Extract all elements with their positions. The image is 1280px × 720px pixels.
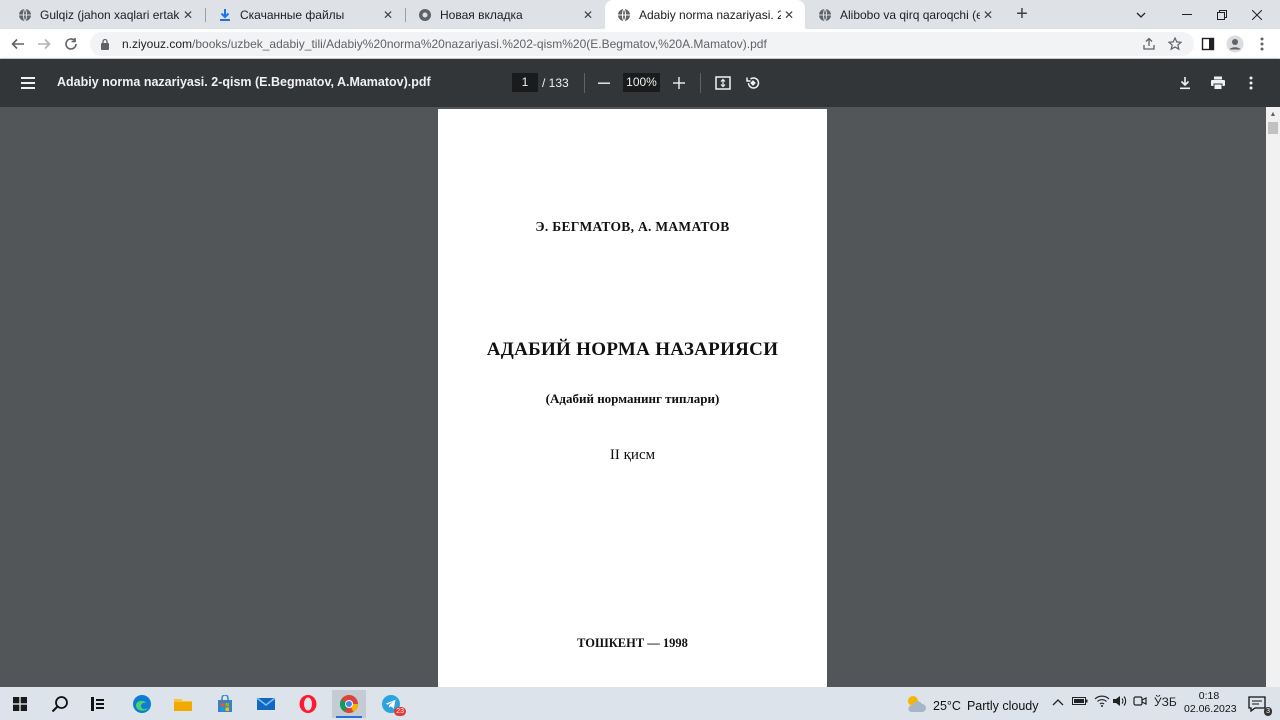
notification-count-badge: 3 xyxy=(1264,707,1272,716)
weather-widget[interactable]: 25°C Partly cloudy xyxy=(905,694,1039,717)
notification-center-icon[interactable]: 3 xyxy=(1240,690,1274,718)
tab-title: Adabiy norma nazariyasi. 2-qism xyxy=(639,7,781,22)
tab-adabiy-norma[interactable]: Adabiy norma nazariyasi. 2-qism ✕ xyxy=(605,0,805,29)
pdf-menu-icon[interactable] xyxy=(18,73,38,93)
search-icon[interactable] xyxy=(43,690,77,718)
toolbar-divider xyxy=(584,73,585,93)
opera-browser-icon[interactable] xyxy=(291,690,325,718)
file-explorer-icon[interactable] xyxy=(166,690,200,718)
battery-icon[interactable] xyxy=(1072,695,1088,709)
pdf-viewer[interactable]: Э. БЕГМАТОВ, А. МАМАТОВ АДАБИЙ НОРМА НАЗ… xyxy=(0,107,1280,687)
telegram-unread-badge: 23 xyxy=(394,707,406,716)
browser-toolbar: n.ziyouz.com/books/uzbek_adabiy_tili/Ada… xyxy=(0,29,1280,59)
tab-strip: Gulqiz (jahon xaqlari ertaklari).pd ✕ Ск… xyxy=(0,0,1280,29)
browser-menu-icon[interactable] xyxy=(1252,34,1272,54)
taskbar: 23 25°C Partly cloudy ЎЗБ 0:18 02.06.202… xyxy=(0,687,1280,720)
close-icon[interactable]: ✕ xyxy=(180,7,196,23)
tab-downloads[interactable]: Скачанные файлы ✕ xyxy=(206,0,404,29)
chrome-browser-icon[interactable] xyxy=(332,690,366,718)
profile-avatar-icon[interactable] xyxy=(1225,34,1245,54)
zoom-out-button[interactable] xyxy=(593,72,615,94)
vertical-scrollbar[interactable]: ▲ xyxy=(1266,107,1280,687)
page-total: / 133 xyxy=(542,76,569,90)
bookmark-star-icon[interactable] xyxy=(1165,34,1185,54)
book-part: II қисм xyxy=(609,447,656,463)
globe-icon xyxy=(617,8,631,22)
share-icon[interactable] xyxy=(1139,34,1159,54)
wifi-icon[interactable] xyxy=(1094,695,1110,710)
clock[interactable]: 0:18 02.06.2023 xyxy=(1184,690,1237,716)
volume-icon[interactable] xyxy=(1112,695,1128,710)
tab-alibobo[interactable]: Alibobo va qirq qaroqchi (ertakla ✕ xyxy=(806,0,1004,29)
tab-gulqiz[interactable]: Gulqiz (jahon xaqlari ertaklari).pd ✕ xyxy=(6,0,204,29)
chevron-up-icon[interactable] xyxy=(1052,695,1064,709)
globe-icon xyxy=(818,8,832,22)
back-button[interactable] xyxy=(8,34,28,54)
book-subtitle: (Адабий норманинг типлари) xyxy=(545,391,720,406)
weather-temperature: 25°C xyxy=(933,698,961,713)
side-panel-icon[interactable] xyxy=(1198,34,1218,54)
rotate-icon[interactable] xyxy=(742,72,764,94)
scroll-up-icon[interactable]: ▲ xyxy=(1266,107,1280,121)
tab-title: Новая вкладка xyxy=(440,7,523,22)
pdf-document-title: Adabiy norma nazariyasi. 2-qism (E.Begma… xyxy=(57,75,431,89)
weather-condition: Partly cloudy xyxy=(966,698,1039,713)
edge-browser-icon[interactable] xyxy=(125,690,159,718)
clock-date: 02.06.2023 xyxy=(1184,703,1237,715)
partly-cloudy-icon xyxy=(905,694,927,717)
zoom-in-button[interactable] xyxy=(668,72,690,94)
fit-page-icon[interactable] xyxy=(712,72,734,94)
toolbar-divider xyxy=(700,73,701,93)
forward-button[interactable] xyxy=(34,34,54,54)
more-options-icon[interactable] xyxy=(1240,72,1262,94)
close-icon[interactable]: ✕ xyxy=(781,7,797,23)
task-view-icon[interactable] xyxy=(82,690,116,718)
tab-title: Gulqiz (jahon xaqlari ertaklari).pd xyxy=(40,7,180,22)
tab-search-icon[interactable] xyxy=(1118,0,1164,29)
zoom-level-input[interactable]: 100% xyxy=(623,73,660,92)
meet-now-icon[interactable] xyxy=(1133,695,1147,710)
reload-button[interactable] xyxy=(61,34,81,54)
tab-title: Скачанные файлы xyxy=(240,7,345,22)
tab-title: Alibobo va qirq qaroqchi (ertakla xyxy=(840,7,980,22)
close-icon[interactable]: ✕ xyxy=(580,7,596,23)
microsoft-store-icon[interactable] xyxy=(208,690,242,718)
tab-new-tab[interactable]: Новая вкладка ✕ xyxy=(406,0,604,29)
start-windows-icon[interactable] xyxy=(3,690,37,718)
close-icon[interactable]: ✕ xyxy=(380,7,396,23)
book-title: АДАБИЙ НОРМА НАЗАРИЯСИ xyxy=(486,339,779,360)
new-tab-button[interactable]: + xyxy=(1012,4,1032,24)
language-indicator[interactable]: ЎЗБ xyxy=(1154,695,1177,709)
lock-icon[interactable] xyxy=(100,37,114,51)
page-number-input[interactable]: 1 xyxy=(512,73,538,92)
download-icon[interactable] xyxy=(1174,72,1196,94)
close-window-button[interactable] xyxy=(1234,0,1280,29)
place-year: ТОШКЕНТ — 1998 xyxy=(577,636,688,650)
mail-icon[interactable] xyxy=(249,690,283,718)
clock-time: 0:18 xyxy=(1198,690,1220,702)
chrome-icon xyxy=(418,8,432,22)
pdf-toolbar: Adabiy norma nazariyasi. 2-qism (E.Begma… xyxy=(0,59,1280,107)
url-path: /books/uzbek_adabiy_tili/Adabiy%20norma%… xyxy=(192,37,767,51)
close-icon[interactable]: ✕ xyxy=(980,7,996,23)
print-icon[interactable] xyxy=(1207,72,1229,94)
globe-icon xyxy=(18,8,32,22)
url-text: n.ziyouz.com/books/uzbek_adabiy_tili/Ada… xyxy=(122,37,1194,51)
download-icon xyxy=(218,8,232,22)
address-bar[interactable]: n.ziyouz.com/books/uzbek_adabiy_tili/Ada… xyxy=(90,32,1194,56)
pdf-page: Э. БЕГМАТОВ, А. МАМАТОВ АДАБИЙ НОРМА НАЗ… xyxy=(438,109,827,687)
scroll-thumb[interactable] xyxy=(1268,122,1278,134)
book-authors: Э. БЕГМАТОВ, А. МАМАТОВ xyxy=(535,219,730,234)
url-host: n.ziyouz.com xyxy=(122,37,193,51)
telegram-icon[interactable]: 23 xyxy=(374,690,408,718)
